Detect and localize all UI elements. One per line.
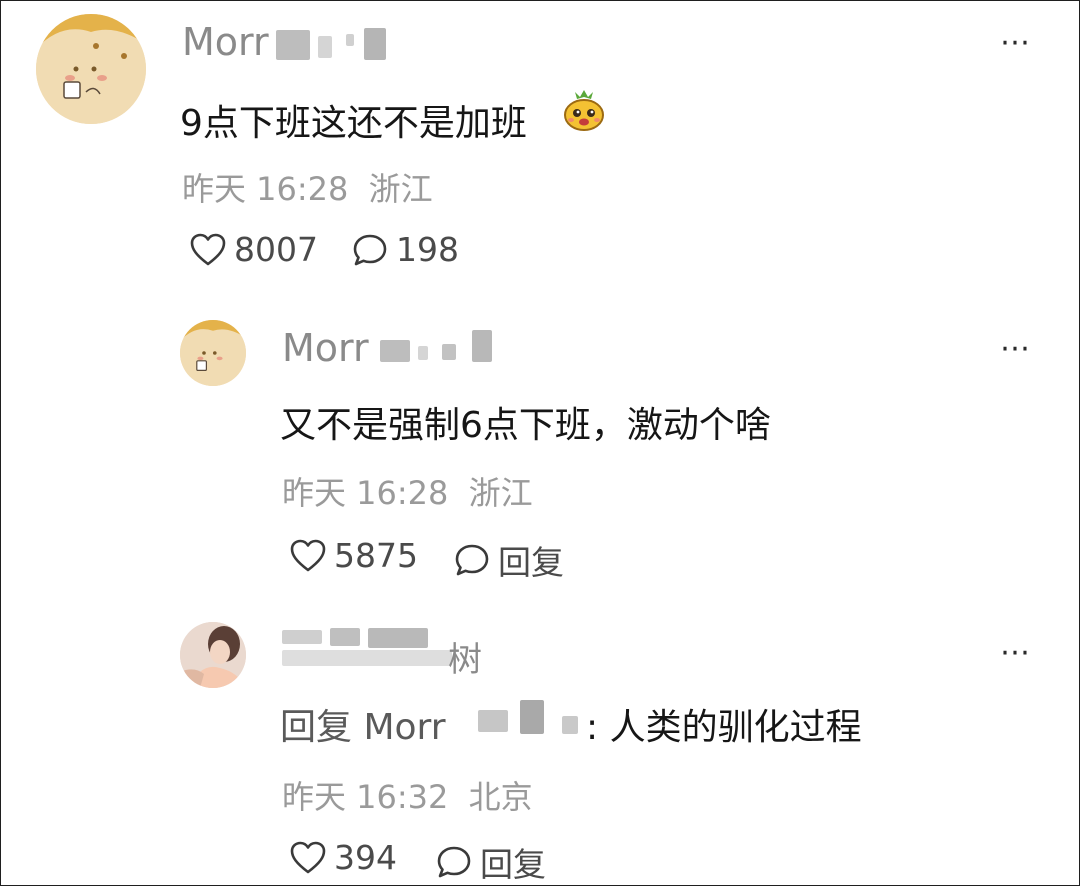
redacted-username-blur — [276, 30, 310, 60]
avatar[interactable] — [180, 320, 246, 386]
comment-text-body: : 人类的驯化过程 — [586, 707, 862, 748]
like-button[interactable]: 8007 — [190, 230, 318, 269]
cartoon-face-avatar-icon — [36, 14, 146, 124]
comment-location: 浙江 — [368, 170, 433, 208]
redacted-username-blur — [380, 340, 410, 362]
pineapple-face-emoji-icon — [562, 88, 606, 132]
comment-time: 昨天 16:28 — [282, 474, 449, 512]
speech-bubble-icon — [437, 846, 471, 878]
redacted-username-blur — [318, 36, 332, 58]
more-options-button[interactable]: ⋯ — [1000, 638, 1033, 668]
avatar[interactable] — [180, 622, 246, 688]
like-count: 8007 — [234, 230, 318, 269]
speech-bubble-icon — [353, 234, 387, 265]
redacted-username-blur — [330, 628, 360, 646]
comment-time: 昨天 16:28 — [182, 170, 349, 208]
reply-label: 回复 — [498, 543, 564, 582]
redacted-username-blur — [282, 630, 322, 644]
like-count: 394 — [334, 838, 397, 877]
more-options-button[interactable]: ⋯ — [1000, 334, 1033, 364]
redacted-username-blur — [478, 710, 508, 732]
comment-time: 昨天 16:32 — [282, 778, 449, 816]
reply-count-button[interactable]: 198 — [352, 230, 459, 269]
comment-text: 9点下班这还不是加班 — [180, 103, 527, 144]
redacted-username-blur — [368, 628, 428, 648]
more-options-button[interactable]: ⋯ — [1000, 28, 1033, 58]
username[interactable]: Morr — [182, 20, 269, 64]
reply-button[interactable]: 回复 — [436, 838, 546, 886]
reply-label: 回复 — [480, 845, 546, 884]
like-count: 5875 — [334, 536, 418, 575]
like-button[interactable]: 394 — [290, 838, 397, 877]
comment-text: 又不是强制6点下班，激动个啥 — [280, 405, 771, 446]
redacted-username-blur — [346, 34, 354, 46]
photo-avatar-icon — [180, 622, 246, 688]
comment-meta: 昨天 16:28 浙江 — [182, 164, 433, 210]
reply-button[interactable]: 回复 — [454, 536, 564, 584]
avatar[interactable] — [36, 14, 146, 124]
redacted-username-blur — [472, 330, 492, 362]
comment-text: 回复 Morr — [280, 698, 446, 750]
reply-count: 198 — [396, 230, 459, 269]
like-button[interactable]: 5875 — [290, 536, 418, 575]
heart-outline-icon — [290, 539, 326, 571]
redacted-username-blur — [442, 344, 456, 360]
heart-outline-icon — [190, 233, 226, 265]
comment-location: 北京 — [468, 778, 533, 816]
redacted-username-blur — [562, 716, 578, 734]
speech-bubble-icon — [455, 544, 489, 576]
heart-outline-icon — [290, 841, 326, 873]
reply-mention[interactable]: 回复 Morr — [280, 707, 446, 748]
username[interactable]: Morr — [282, 326, 369, 370]
cartoon-face-avatar-icon — [180, 320, 246, 386]
redacted-username-blur — [520, 700, 544, 734]
redacted-username-blur — [364, 28, 386, 60]
comment-meta: 昨天 16:32 北京 — [282, 772, 533, 818]
redacted-username-blur — [282, 650, 452, 666]
username[interactable]: 树 — [448, 632, 482, 681]
redacted-username-blur — [418, 346, 428, 360]
comment-location: 浙江 — [468, 474, 533, 512]
comment-meta: 昨天 16:28 浙江 — [282, 468, 533, 514]
